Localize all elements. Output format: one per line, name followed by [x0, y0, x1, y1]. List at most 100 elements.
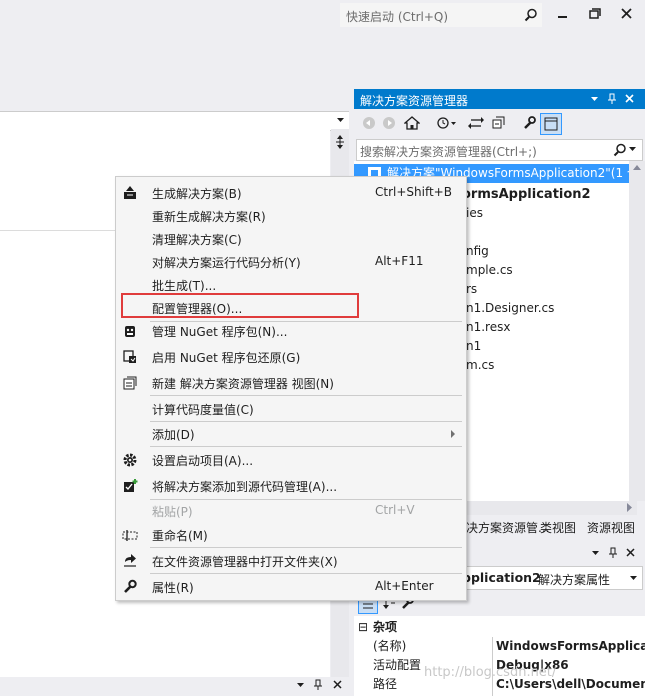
scroll-right-icon[interactable]	[627, 503, 633, 512]
solution-explorer-toolbar	[354, 110, 645, 138]
menu-item-shortcut: Ctrl+Shift+B	[375, 185, 452, 199]
menu-item-label: 设置启动项目(A)...	[152, 454, 254, 468]
minimize-icon[interactable]	[552, 5, 574, 23]
close-icon[interactable]	[333, 680, 342, 689]
tab-class-view[interactable]: 类视图	[540, 519, 576, 536]
solution-explorer-title-bar[interactable]: 解决方案资源管理器	[354, 89, 645, 109]
menu-item-shortcut: Ctrl+V	[375, 503, 415, 517]
menu-item-label: 添加(D)	[152, 428, 195, 442]
menu-item-shortcut: Alt+F11	[375, 254, 424, 268]
menu-item-build-solution[interactable]: 生成解决方案(B) Ctrl+Shift+B	[116, 181, 466, 204]
chevron-down-icon[interactable]	[629, 146, 637, 154]
property-row[interactable]: (名称) WindowsFormsApplicat	[354, 637, 645, 656]
property-category[interactable]: ⊟ 杂项	[354, 618, 645, 637]
menu-item-label: 粘贴(P)	[152, 505, 193, 519]
wrench-icon	[122, 579, 138, 595]
menu-item-set-startup-project[interactable]: 设置启动项目(A)...	[116, 448, 466, 471]
menu-item-new-explorer-view[interactable]: 新建 解决方案资源管理器 视图(N)	[116, 371, 466, 394]
property-name: 路径	[373, 677, 398, 691]
category-label: 杂项	[373, 620, 398, 634]
menu-item-label: 对解决方案运行代码分析(Y)	[152, 256, 301, 270]
tree-row-item[interactable]: n1.Designer.cs	[466, 299, 554, 318]
tree-row-item[interactable]: mple.cs	[466, 261, 513, 280]
home-icon[interactable]	[404, 116, 420, 130]
chevron-down-icon[interactable]	[336, 115, 345, 124]
menu-item-add[interactable]: 添加(D)	[116, 422, 466, 445]
editor-navigation-bar[interactable]	[0, 111, 349, 131]
tree-row-item[interactable]: rs	[466, 280, 477, 299]
chevron-down-icon[interactable]	[590, 95, 599, 104]
back-icon[interactable]	[362, 116, 376, 130]
tree-row-project[interactable]: ormsApplication2	[462, 185, 591, 204]
property-value[interactable]: WindowsFormsApplicat	[496, 637, 645, 656]
menu-item-label: 将解决方案添加到源代码管理(A)...	[152, 480, 338, 494]
split-icon[interactable]	[335, 135, 345, 149]
tree-row-item[interactable]: ies	[466, 204, 483, 223]
quick-launch-box[interactable]: 快速启动 (Ctrl+Q)	[340, 3, 542, 27]
menu-separator	[150, 446, 462, 447]
menu-item-properties[interactable]: 属性(R) Alt+Enter	[116, 575, 466, 598]
history-icon[interactable]	[436, 116, 458, 130]
tree-row-item[interactable]: m.cs	[466, 356, 494, 375]
tree-row-item[interactable]: n1.resx	[466, 318, 510, 337]
search-icon[interactable]	[524, 8, 538, 22]
scroll-up-icon[interactable]	[633, 165, 641, 171]
menu-item-manage-nuget[interactable]: 管理 NuGet 程序包(N)...	[116, 319, 466, 342]
menu-item-label: 管理 NuGet 程序包(N)...	[152, 325, 288, 339]
watermark: http://blog.csdn.net/	[424, 665, 557, 680]
menu-item-clean-solution[interactable]: 清理解决方案(C)	[116, 227, 466, 250]
output-panel-header	[0, 677, 349, 696]
object-type: 解决方案属性	[538, 573, 611, 587]
menu-item-label: 新建 解决方案资源管理器 视图(N)	[152, 377, 334, 391]
tree-row-item[interactable]: nfig	[466, 242, 489, 261]
nuget-icon	[122, 323, 138, 339]
menu-item-label: 在文件资源管理器中打开文件夹(X)	[152, 555, 338, 569]
source-control-icon	[122, 478, 138, 494]
menu-item-add-to-source-control[interactable]: 将解决方案添加到源代码管理(A)...	[116, 474, 466, 497]
menu-item-label: 启用 NuGet 程序包还原(G)	[152, 351, 301, 365]
tab-solution-explorer[interactable]: 决方案资源管...	[466, 519, 549, 536]
collapse-all-icon[interactable]	[492, 116, 506, 130]
search-icon[interactable]	[613, 143, 627, 157]
close-icon[interactable]	[625, 94, 634, 103]
property-name: 活动配置	[373, 658, 422, 672]
menu-item-label: 重命名(M)	[152, 529, 208, 543]
nuget-restore-icon	[122, 349, 138, 365]
menu-item-label: 清理解决方案(C)	[152, 233, 242, 247]
pin-icon[interactable]	[313, 679, 323, 691]
menu-item-calculate-code-metrics[interactable]: 计算代码度量值(C)	[116, 397, 466, 420]
chevron-down-icon[interactable]	[296, 680, 305, 689]
solution-context-menu: 生成解决方案(B) Ctrl+Shift+B 重新生成解决方案(R) 清理解决方…	[115, 176, 467, 601]
forward-icon[interactable]	[382, 116, 396, 130]
sync-icon[interactable]	[468, 116, 484, 130]
chevron-down-icon[interactable]	[630, 575, 638, 583]
highlight-box	[121, 293, 359, 318]
menu-item-label: 重新生成解决方案(R)	[152, 210, 266, 224]
submenu-arrow-icon	[451, 430, 456, 438]
menu-item-run-code-analysis[interactable]: 对解决方案运行代码分析(Y) Alt+F11	[116, 250, 466, 273]
tab-resource-view[interactable]: 资源视图	[587, 519, 635, 536]
close-window-icon[interactable]	[616, 5, 638, 23]
collapse-icon[interactable]: ⊟	[358, 618, 368, 637]
solution-explorer-search-input[interactable]: 搜索解决方案资源管理器(Ctrl+;)	[356, 139, 643, 161]
restore-icon[interactable]	[584, 5, 606, 23]
menu-item-rename[interactable]: 重命名(M)	[116, 523, 466, 546]
menu-item-label: 生成解决方案(B)	[152, 187, 242, 201]
menu-separator	[150, 573, 462, 574]
pin-icon[interactable]	[607, 93, 617, 105]
quick-launch-placeholder: 快速启动 (Ctrl+Q)	[346, 10, 449, 24]
chevron-down-icon[interactable]	[591, 549, 600, 558]
menu-item-rebuild-solution[interactable]: 重新生成解决方案(R)	[116, 204, 466, 227]
tree-row-item[interactable]: n1	[466, 337, 481, 356]
pin-icon[interactable]	[608, 547, 618, 559]
properties-grid: ⊟ 杂项 (名称) WindowsFormsApplicat 活动配置 Debu…	[354, 616, 645, 696]
menu-item-enable-nuget-restore[interactable]: 启用 NuGet 程序包还原(G)	[116, 345, 466, 368]
wrench-icon[interactable]	[522, 116, 536, 130]
menu-item-open-folder[interactable]: 在文件资源管理器中打开文件夹(X)	[116, 549, 466, 572]
search-placeholder: 搜索解决方案资源管理器(Ctrl+;)	[360, 145, 537, 159]
preview-selected-items-icon[interactable]	[540, 113, 562, 135]
new-view-icon	[122, 375, 138, 391]
close-icon[interactable]	[626, 548, 635, 557]
object-name: pplication2	[462, 570, 541, 585]
tree-vertical-scrollbar[interactable]	[629, 161, 645, 501]
